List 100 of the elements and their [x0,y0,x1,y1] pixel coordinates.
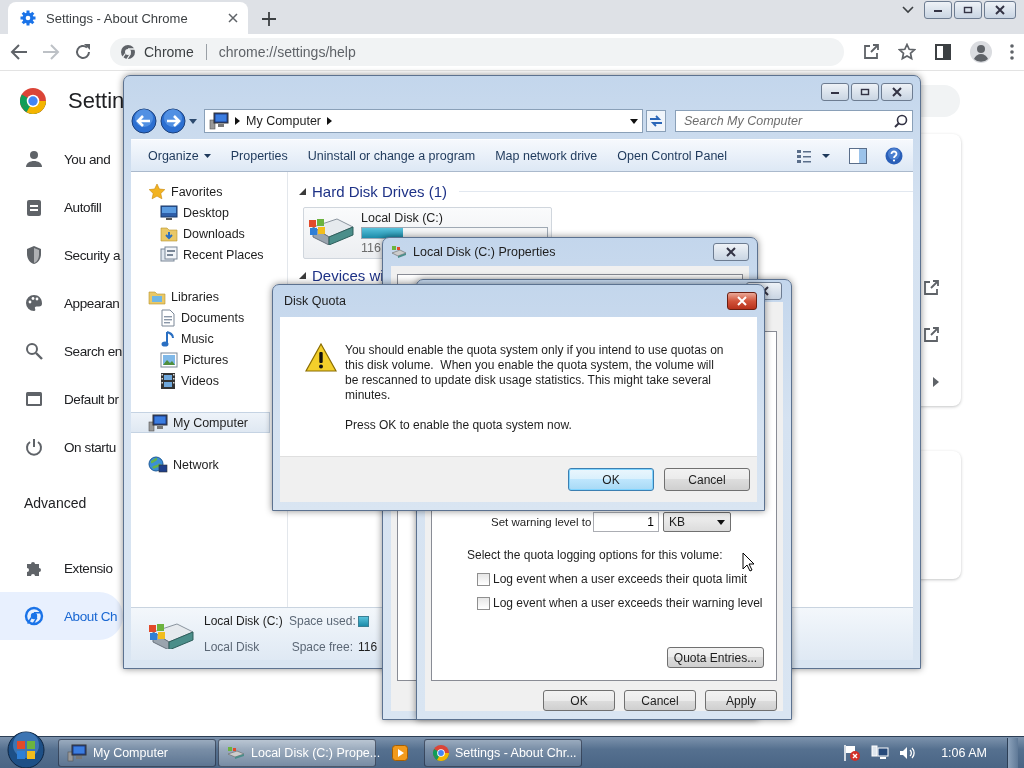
sidebar-item[interactable]: Autofill [0,183,123,231]
nav-item[interactable]: Downloads [131,223,249,244]
views-icon[interactable] [797,148,831,163]
dialog-button[interactable]: Apply [705,690,777,711]
nav-item[interactable]: Pictures [131,349,233,370]
usage-bar [358,615,369,627]
minimize-button[interactable] [821,83,849,101]
toolbar-command[interactable]: Properties [221,144,297,167]
network-icon[interactable] [871,744,890,761]
search-field[interactable]: Search My Computer [684,114,894,128]
sidebar-item[interactable]: On startu [0,423,123,471]
dialog-button[interactable]: OK [568,468,654,491]
group-header[interactable]: Hard Disk Drives (1) [312,182,447,200]
search-box[interactable]: Search My Computer [675,110,913,132]
toolbar-command[interactable]: Map network drive [486,144,607,167]
back-icon[interactable] [10,43,28,61]
minimize-button[interactable] [924,1,952,19]
nav-item[interactable]: Videos [131,370,223,391]
sidebar-item[interactable]: About Ch [0,592,123,640]
address-field[interactable]: My Computer [204,109,643,133]
checkbox-label[interactable]: Log event when a user exceeds their warning level [493,596,763,610]
show-desktop-button[interactable] [1007,737,1018,768]
breadcrumb-item[interactable]: My Computer [246,114,322,128]
forward-button[interactable] [160,108,186,134]
share-icon[interactable] [862,43,880,61]
search-field[interactable] [921,85,960,117]
dialog-button[interactable]: OK [543,690,615,711]
dropdown-caret-icon[interactable] [630,118,638,124]
sidebar-item[interactable]: Security a [0,231,123,279]
search-icon [24,341,44,361]
browser-window-icon [24,389,44,409]
document-icon [160,308,176,327]
nav-item[interactable]: Network [131,454,223,475]
close-button[interactable] [713,243,749,261]
address-bar[interactable]: Chrome chrome://settings/help [110,38,844,66]
toolbar-command[interactable]: Open Control Panel [608,144,737,167]
collapse-triangle-icon[interactable] [299,187,306,195]
sidebar-item[interactable]: You and [0,135,123,183]
open-in-new-icon[interactable] [923,279,939,296]
clock[interactable]: 1:06 AM [941,745,987,760]
checkbox[interactable] [477,596,490,610]
unit-dropdown[interactable]: KB [663,512,731,532]
sidebar-item[interactable]: Search en [0,327,123,375]
maximize-button[interactable] [851,83,879,101]
back-button[interactable] [131,108,157,134]
side-panel-icon[interactable] [934,43,952,61]
caret-icon [203,153,211,158]
breadcrumb-arrow-icon[interactable] [235,117,240,125]
plus-icon[interactable] [262,12,276,26]
nav-item[interactable]: Music [131,328,218,349]
dialog-button[interactable]: Cancel [624,690,696,711]
dialog-prompt: Press OK to enable the quota system now. [345,418,573,433]
reload-icon[interactable] [74,43,92,61]
checkbox-label[interactable]: Log event when a user exceeds their quota limit [493,572,748,586]
maximize-button[interactable] [954,1,982,19]
close-button[interactable] [984,1,1016,19]
media-player-icon [392,744,408,761]
section-heading[interactable]: Advanced [0,479,123,527]
close-button[interactable] [881,83,913,101]
browser-tab[interactable]: Settings - About Chrome [8,2,248,34]
nav-item[interactable]: Desktop [131,202,233,223]
sidebar-item[interactable]: Appearan [0,279,123,327]
action-center-flag-icon[interactable] [843,743,862,762]
taskbar-button[interactable]: My Computer [58,738,216,767]
nav-item[interactable]: Libraries [131,286,223,307]
star-outline-icon[interactable] [898,43,916,61]
space-free-label: Space free: [290,640,353,654]
sidebar-item[interactable]: Default br [0,375,123,423]
toolbar-command[interactable]: Uninstall or change a program [298,144,485,167]
close-button[interactable] [727,292,757,310]
close-icon [994,5,1006,15]
drive-name: Local Disk (C:) [361,211,444,225]
dialog-button[interactable]: Cancel [664,468,750,491]
refresh-icon[interactable] [646,110,666,132]
chevron-down-icon[interactable] [902,5,914,14]
taskbar-button[interactable]: Settings - About Chr... [424,738,582,767]
toolbar-command[interactable]: Organize [139,144,220,167]
nav-item[interactable]: Documents [131,307,249,328]
nav-item[interactable]: Favorites [131,181,227,202]
dropdown-caret-icon[interactable] [189,118,197,124]
help-icon[interactable] [885,146,903,165]
breadcrumb-arrow-icon[interactable] [327,117,333,125]
triangle-right-icon[interactable] [933,377,939,388]
warning-level-field[interactable]: 1 [593,512,659,532]
warning-level-label: Set warning level to [491,516,593,528]
close-icon [891,87,903,97]
page-title: Settin [68,88,125,114]
quota-entries-button[interactable]: Quota Entries... [667,647,764,668]
close-icon[interactable] [228,13,238,23]
mouse-cursor-icon [742,552,755,572]
collapse-triangle-icon[interactable] [299,271,306,279]
profile-avatar-icon[interactable] [970,41,992,63]
start-button[interactable] [4,730,48,768]
sidebar-item[interactable]: Extensio [0,544,123,592]
menu-icon[interactable] [1010,44,1014,60]
open-in-new-icon[interactable] [923,327,939,343]
checkbox[interactable] [477,572,490,586]
nav-item[interactable]: Recent Places [131,244,268,265]
preview-pane-icon[interactable] [849,147,867,164]
nav-item[interactable]: My Computer [131,412,270,433]
